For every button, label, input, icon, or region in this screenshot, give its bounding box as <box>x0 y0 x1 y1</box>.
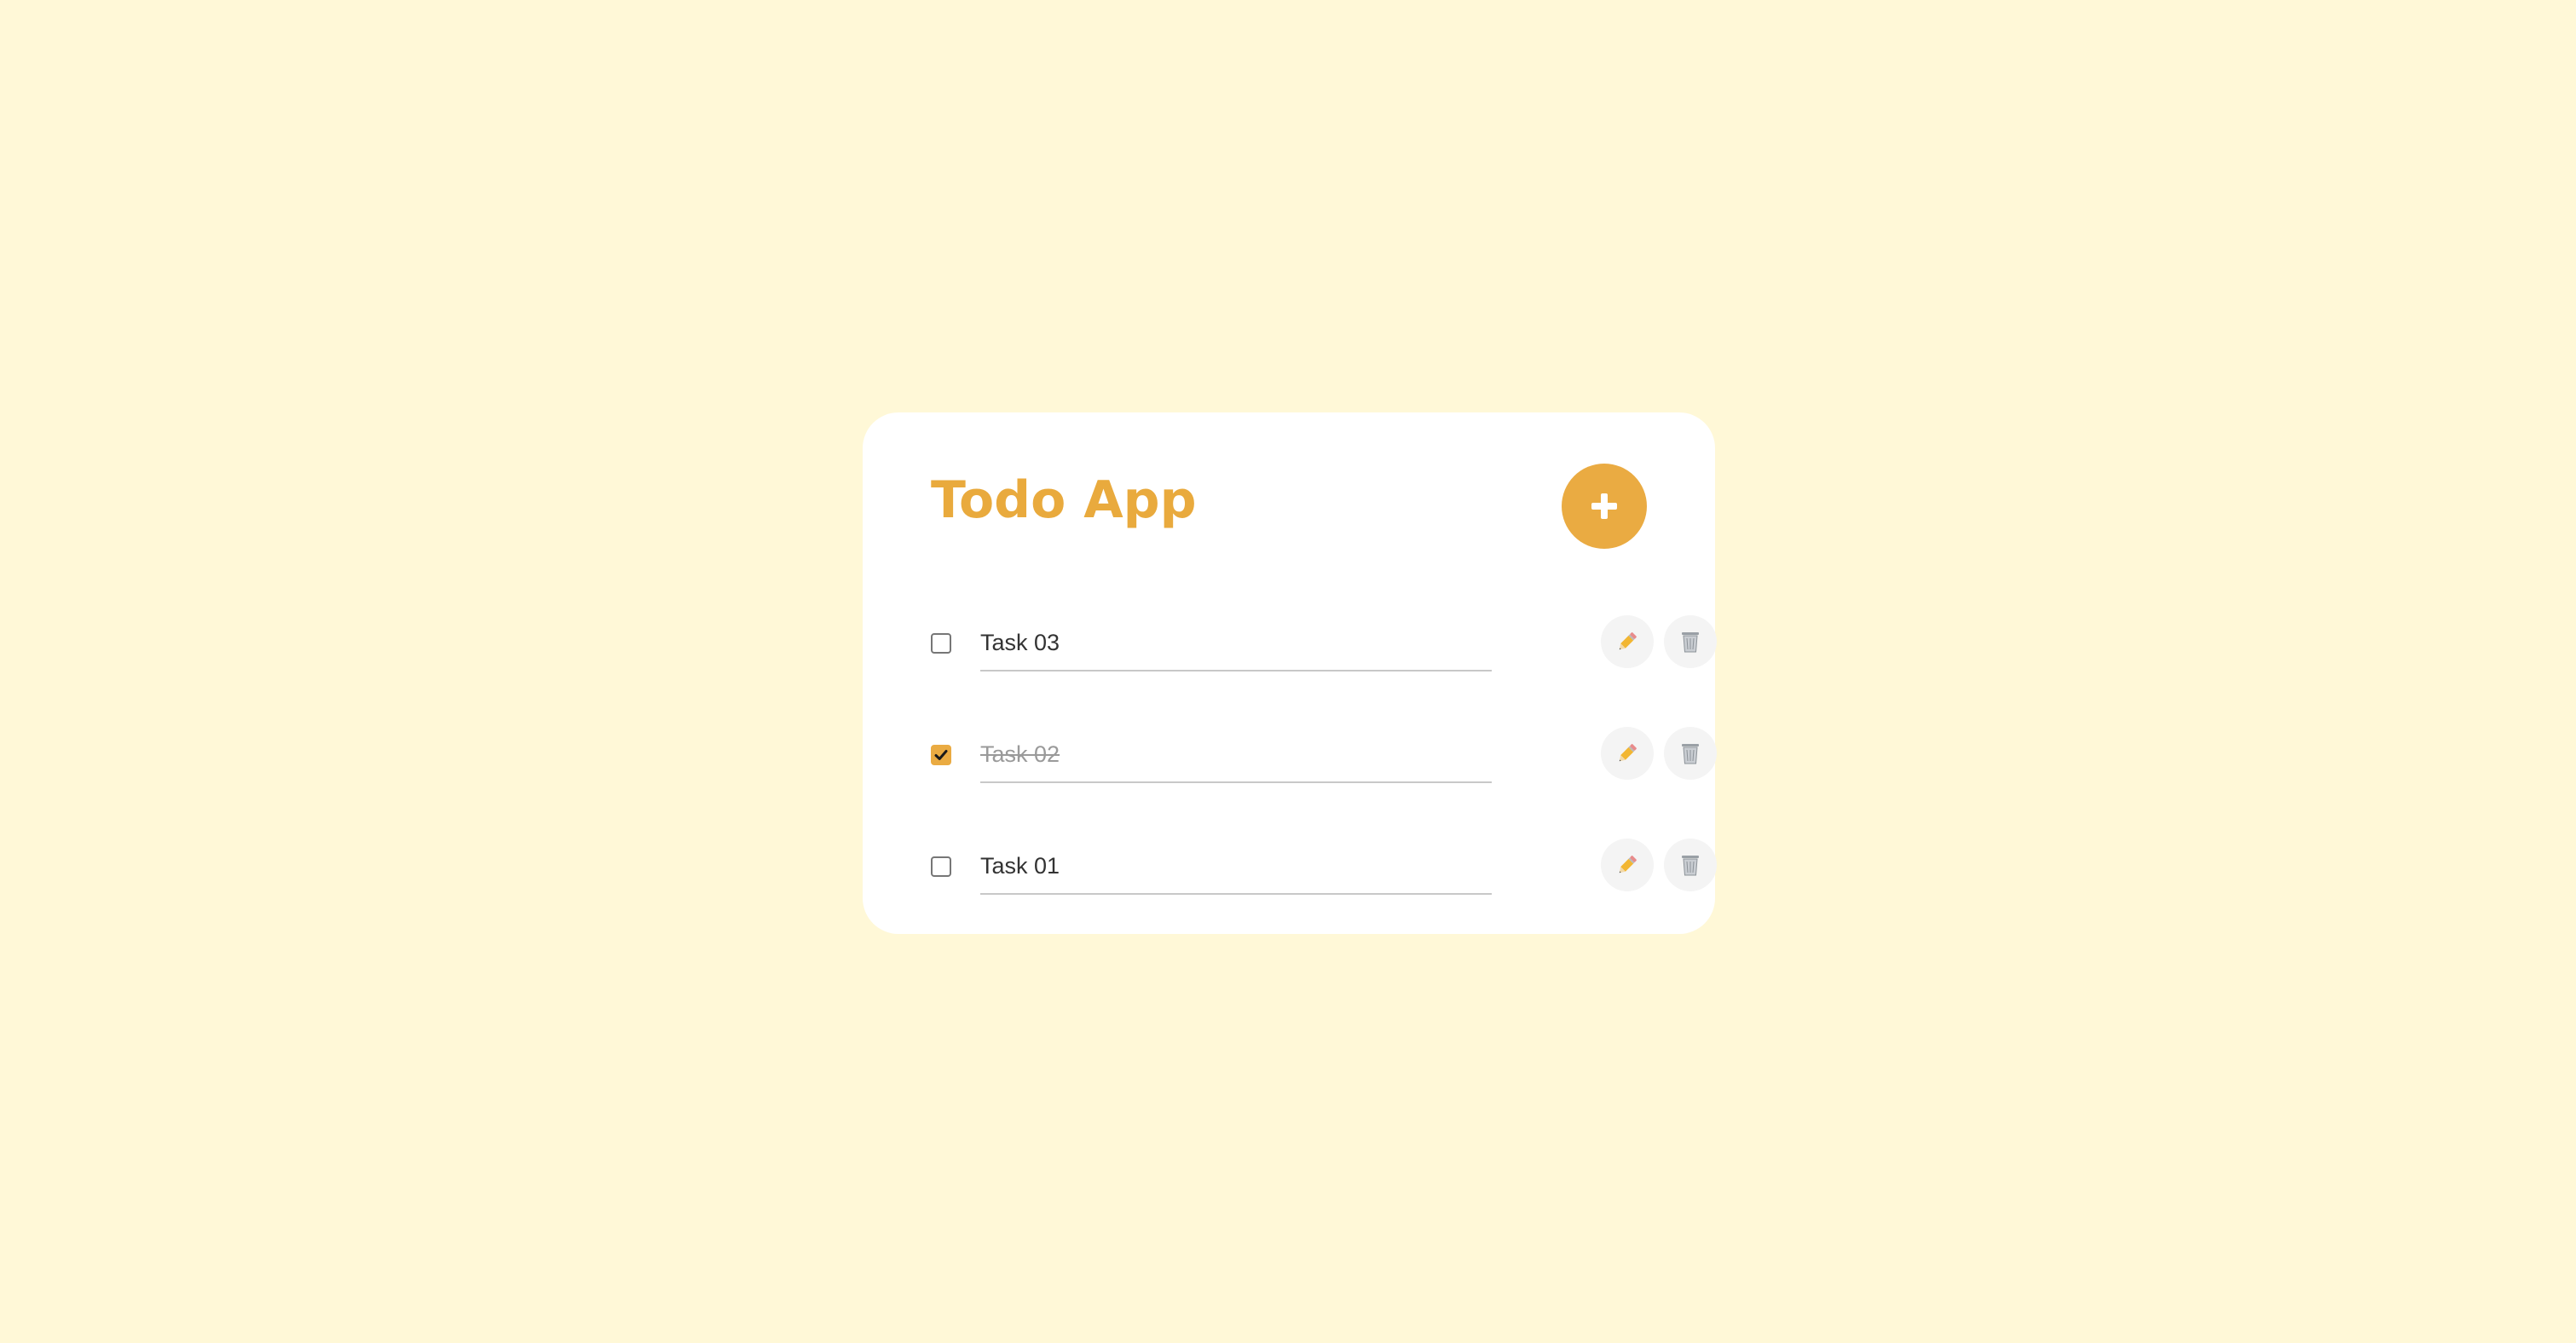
delete-task-button[interactable] <box>1664 839 1717 891</box>
plus-icon <box>1591 493 1617 519</box>
pencil-icon <box>1619 744 1637 762</box>
task-row: Task 02 <box>931 725 1717 785</box>
check-icon <box>934 750 948 760</box>
edit-task-button[interactable] <box>1601 839 1654 891</box>
trash-icon <box>1682 632 1699 653</box>
task-text-field[interactable]: Task 03 <box>980 614 1492 672</box>
task-checkbox[interactable] <box>931 745 951 765</box>
pencil-icon <box>1619 856 1637 873</box>
app-title: Todo App <box>931 470 1197 530</box>
task-checkbox[interactable] <box>931 633 951 654</box>
delete-task-button[interactable] <box>1664 615 1717 668</box>
task-text-field[interactable]: Task 01 <box>980 837 1492 895</box>
pencil-icon <box>1619 632 1637 650</box>
task-row: Task 01 <box>931 837 1717 896</box>
task-row: Task 03 <box>931 614 1717 673</box>
task-text-field[interactable]: Task 02 <box>980 725 1492 783</box>
app-background: Todo App Task 03 Task 02 Task 01 <box>0 0 2576 1343</box>
trash-icon <box>1682 744 1699 764</box>
todo-card: Todo App Task 03 Task 02 Task 01 <box>863 412 1717 934</box>
task-checkbox[interactable] <box>931 856 951 877</box>
edit-task-button[interactable] <box>1601 727 1654 780</box>
trash-icon <box>1682 856 1699 876</box>
add-task-button[interactable] <box>1562 464 1647 549</box>
edit-task-button[interactable] <box>1601 615 1654 668</box>
delete-task-button[interactable] <box>1664 727 1717 780</box>
